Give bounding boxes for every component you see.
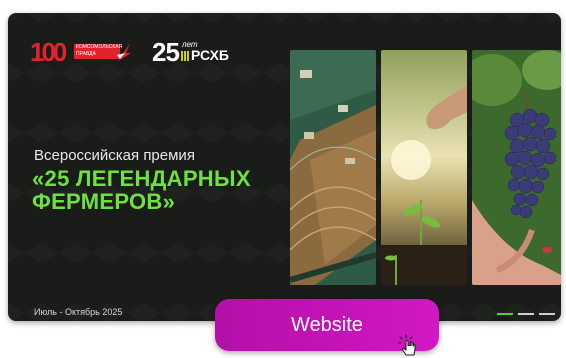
- slider-dot-1[interactable]: [497, 313, 513, 315]
- komsomolskaya-pravda-logo: 100 КОМСОМОЛЬСКАЯ ПРАВДА: [30, 37, 131, 67]
- grapes-photo: [472, 50, 561, 285]
- slider-indicators: [497, 313, 555, 315]
- aerial-field-photo: [290, 50, 376, 285]
- plane-icon: [117, 43, 131, 61]
- award-title-line1: «25 ЛЕГЕНДАРНЫХ: [32, 166, 251, 191]
- rshb-logo-number: 25: [152, 37, 180, 67]
- rshb-25-logo: 25 лет РСХБ: [152, 37, 242, 67]
- sprout-hand-photo: [381, 50, 467, 285]
- rshb-bars-icon: [181, 51, 189, 61]
- banner-card[interactable]: 100 КОМСОМОЛЬСКАЯ ПРАВДА 25 лет РСХБ Все…: [8, 13, 561, 321]
- slider-dot-2[interactable]: [518, 313, 534, 315]
- slider-dot-3[interactable]: [539, 313, 555, 315]
- award-date: Июль - Октябрь 2025: [34, 307, 123, 317]
- award-subtitle: Всероссийская премия: [34, 147, 195, 164]
- kp-logo-number: 100: [30, 37, 67, 67]
- award-title-line2: ФЕРМЕРОВ»: [32, 189, 176, 214]
- rshb-logo-brand: РСХБ: [191, 47, 229, 63]
- pointer-hand-icon: [397, 334, 416, 356]
- award-title: «25 ЛЕГЕНДАРНЫХ ФЕРМЕРОВ»: [32, 167, 251, 213]
- partner-logos: 100 КОМСОМОЛЬСКАЯ ПРАВДА 25 лет РСХБ: [30, 37, 242, 67]
- kp-logo-text: КОМСОМОЛЬСКАЯ ПРАВДА: [74, 44, 123, 59]
